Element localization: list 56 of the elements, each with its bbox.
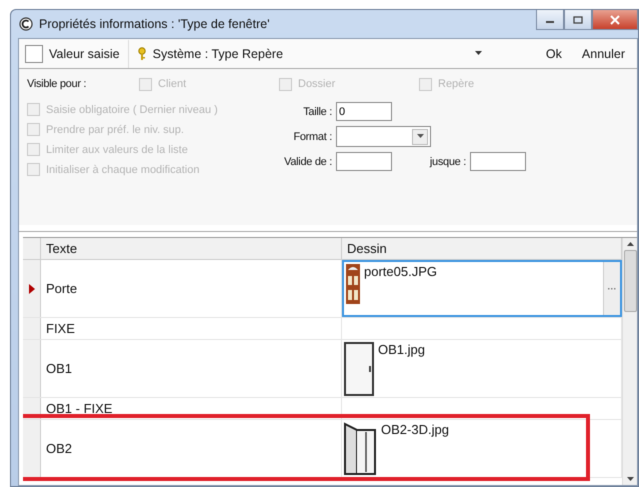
app-icon [19,17,33,31]
input-field[interactable] [470,152,526,171]
visible-for-label: Visible pour : [27,78,88,90]
window-title: Propriétés informations : 'Type de fenêtre' [39,17,271,31]
file-name: OB1.jpg [378,342,425,357]
checkbox[interactable] [25,44,43,62]
browse-button[interactable] [603,262,620,315]
toolbar-button[interactable]: Ok [540,46,568,60]
field-label: Valide de : [283,156,332,168]
checkbox-label: Saisie obligatoire ( Dernier niveau ) [46,104,218,116]
checkbox-label: Dossier [298,78,336,90]
column-header[interactable]: Texte [41,238,342,259]
table-row[interactable]: Porte porte05.JPG [23,260,622,318]
input-field[interactable] [336,152,392,171]
door-thumbnail [344,422,377,476]
table-cell: Porte [41,260,342,317]
dropdown-arrow-icon [474,51,482,56]
door-thumbnail [346,264,360,304]
format-dropdown[interactable] [336,126,431,147]
dropdown-arrow-icon [416,134,424,139]
field-label: Taille : [302,106,332,118]
checkbox-label: Prendre par préf. le niv. sup. [46,124,184,136]
toolbar-button[interactable]: Annuler [576,46,631,60]
system-dropdown[interactable]: Système : Type Repère [152,46,532,60]
table-row[interactable]: OB2 OB2-3D.jpg [23,420,622,478]
close-button[interactable] [592,10,638,30]
table-cell: OB2 [41,420,342,477]
file-name: porte05.JPG [364,264,437,279]
table-row[interactable]: FIXE [23,318,622,340]
checkbox-label: Initialiser à chaque modification [46,164,200,176]
scroll-down-icon [626,477,634,481]
scroll-thumb[interactable] [624,250,636,312]
checkbox-label: Client [158,78,186,90]
door-thumbnail [344,342,374,396]
maximize-icon [573,16,583,24]
vertical-scrollbar[interactable] [622,238,637,485]
field-label: jusque : [428,156,466,168]
scroll-up-icon [626,242,634,246]
minimize-button[interactable] [536,10,564,30]
table-cell: OB1 - FIXE [41,398,342,419]
field-label: Format : [292,130,332,142]
file-name: OB2-3D.jpg [381,422,449,437]
current-row-icon [28,284,34,294]
close-icon [610,14,620,24]
checkbox-label: Limiter aux valeurs de la liste [46,144,188,156]
cell-editor[interactable]: porte05.JPG [342,260,622,317]
key-icon [136,46,147,60]
checkbox-label: Valeur saisie [49,46,120,60]
row-header[interactable] [23,260,41,317]
table-cell: OB1 [41,340,342,397]
checkbox-label: Repère [438,78,474,90]
table-row[interactable]: OB1 OB1.jpg [23,340,622,398]
table-cell: FIXE [41,318,342,339]
table-row[interactable]: OB1 - FIXE [23,398,622,420]
maximize-button[interactable] [564,10,592,30]
input-field[interactable]: 0 [336,102,392,121]
